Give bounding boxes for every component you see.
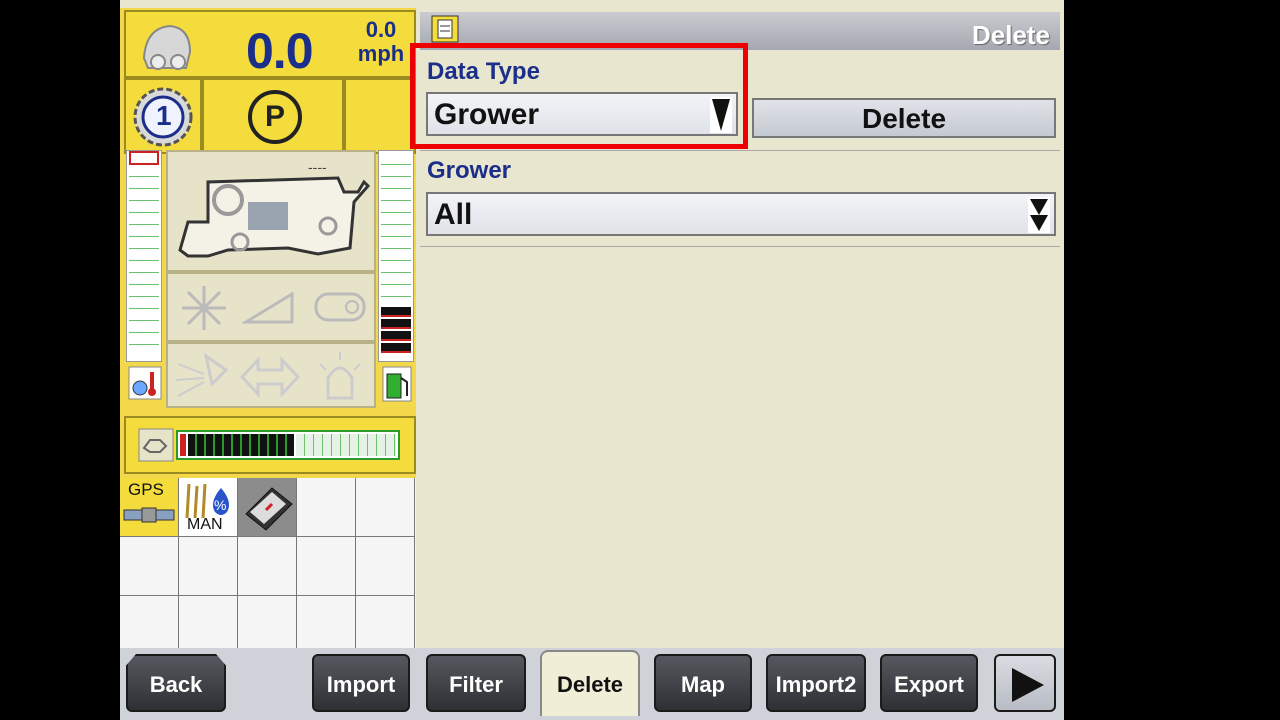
grower-label: Grower <box>427 157 512 184</box>
tab-import[interactable]: Import <box>312 654 410 712</box>
grid-cell-empty <box>356 537 415 596</box>
function-icons-row-2 <box>166 342 376 408</box>
grid-cell-empty <box>356 478 415 537</box>
park-indicator: P <box>248 90 302 144</box>
fuel-icon <box>382 366 412 402</box>
engine-load-gauge <box>124 416 416 474</box>
tab-delete[interactable]: Delete <box>540 650 640 716</box>
belt-icon <box>314 292 366 322</box>
fuel-gauge <box>378 150 414 362</box>
next-page-button[interactable] <box>994 654 1056 712</box>
grid-cell-empty <box>120 596 179 655</box>
grain-moisture-icon: % <box>185 483 229 519</box>
grid-cell-empty <box>238 596 297 655</box>
speed-readout: 0.0 mph <box>346 18 416 66</box>
beacon-icon <box>319 352 361 400</box>
tab-back[interactable]: Back <box>126 654 226 712</box>
park-box: P <box>202 78 344 154</box>
tab-map[interactable]: Map <box>654 654 752 712</box>
grid-cell-empty <box>297 478 356 537</box>
grid-cell-empty <box>238 537 297 596</box>
divider <box>420 150 1060 151</box>
combine-diagram: ---- <box>166 150 376 272</box>
engine-icon <box>142 24 192 70</box>
page-title: Delete <box>971 20 1050 50</box>
speed-value: 0.0 <box>246 23 314 79</box>
grid-cell-empty <box>297 596 356 655</box>
tab-filter[interactable]: Filter <box>426 654 526 712</box>
work-light-icon <box>175 352 229 397</box>
gps-label: GPS <box>128 480 164 499</box>
data-management-icon <box>431 15 459 43</box>
play-arrow-icon <box>1012 668 1044 702</box>
grid-cell-empty <box>356 596 415 655</box>
gps-cell[interactable]: GPS <box>120 478 179 537</box>
man-label: MAN <box>187 516 223 533</box>
grid-cell-empty <box>179 537 238 596</box>
combine-icon: ---- <box>178 159 371 258</box>
double-chevron-down-icon <box>1028 197 1050 233</box>
grid-cell-empty <box>120 537 179 596</box>
tab-export[interactable]: Export <box>880 654 978 712</box>
speed-small-value: 0.0 <box>365 17 397 42</box>
display-screen: 0.0 0.0 mph 1 P ---- GPS % MAN Delete Da… <box>120 0 1064 720</box>
usb-data-cell[interactable] <box>238 478 297 537</box>
divider <box>420 246 1060 247</box>
temperature-gauge <box>126 150 162 362</box>
turn-signal-icon <box>239 356 301 398</box>
satellite-icon <box>123 507 175 523</box>
function-icons-row-1 <box>166 272 376 342</box>
svg-text:----: ---- <box>308 159 327 175</box>
gear-box: 1 <box>124 78 202 154</box>
moisture-man-cell[interactable]: % MAN <box>179 478 238 537</box>
tab-import2[interactable]: Import2 <box>766 654 866 712</box>
status-panel: 0.0 0.0 mph 1 P ---- GPS % MAN <box>120 8 416 656</box>
svg-text:%: % <box>214 497 226 513</box>
grower-dropdown[interactable]: All <box>426 192 1056 236</box>
engine-load-bar <box>176 430 400 460</box>
grid-cell-empty <box>179 596 238 655</box>
status-icon-grid: GPS % MAN <box>120 478 416 656</box>
speed-unit: mph <box>357 41 405 66</box>
concave-icon <box>242 291 294 324</box>
speed-box: 0.0 0.0 mph <box>124 10 416 79</box>
blank-status-box <box>344 78 416 154</box>
gear-number: 1 <box>156 100 172 131</box>
tab-bar: Back Import Filter Delete Map Import2 Ex… <box>120 648 1064 720</box>
highlight-box <box>410 43 748 149</box>
grower-value: All <box>434 198 473 231</box>
grid-cell-empty <box>297 537 356 596</box>
engine-load-icon <box>138 428 174 462</box>
delete-button[interactable]: Delete <box>752 98 1056 138</box>
coolant-temp-icon <box>128 366 162 400</box>
fan-icon <box>182 286 226 330</box>
data-card-icon <box>245 487 293 531</box>
